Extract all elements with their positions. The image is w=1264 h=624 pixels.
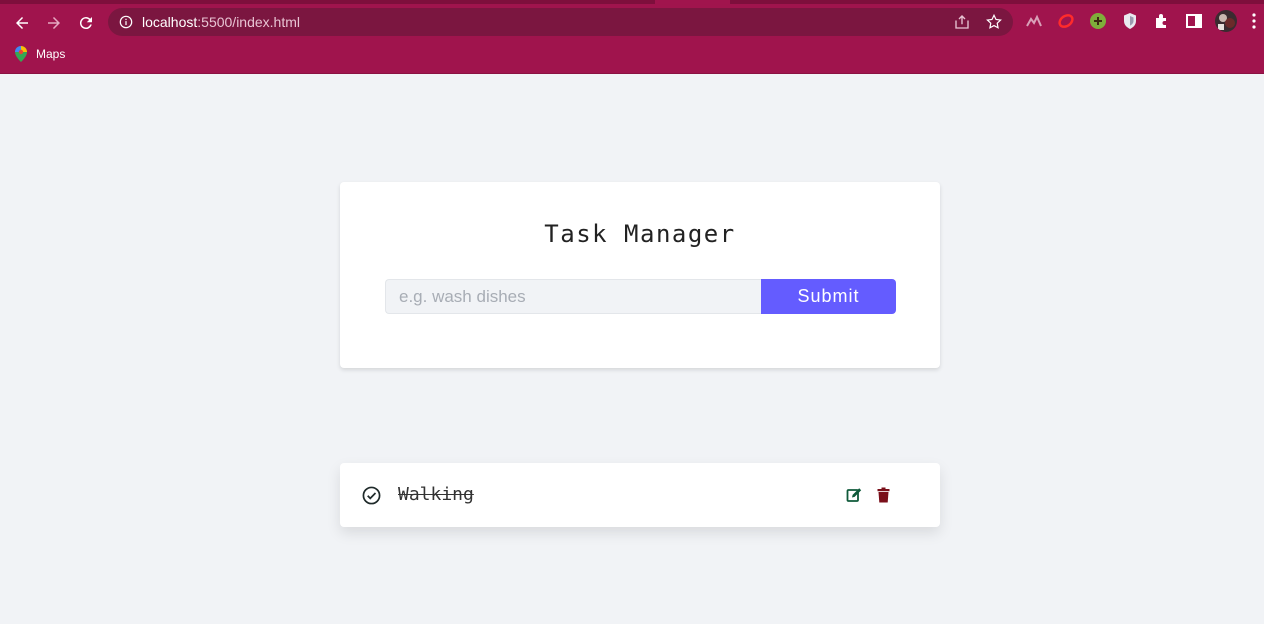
share-icon[interactable] bbox=[953, 13, 971, 31]
edit-icon[interactable] bbox=[846, 487, 862, 503]
arrow-right-icon bbox=[48, 17, 60, 29]
url-path: :5500/index.html bbox=[197, 14, 300, 30]
arrow-left-icon bbox=[16, 17, 28, 29]
url-host: localhost bbox=[142, 14, 198, 30]
task-form: Submit bbox=[385, 279, 896, 314]
task-input[interactable] bbox=[385, 279, 761, 314]
more-menu-icon[interactable] bbox=[1249, 12, 1259, 30]
trash-icon[interactable] bbox=[877, 487, 890, 503]
url-text[interactable]: localhost:5500/index.html bbox=[142, 14, 300, 30]
forward-button[interactable] bbox=[42, 11, 66, 35]
address-bar[interactable]: localhost:5500/index.html bbox=[108, 8, 1013, 36]
bookmark-star-icon[interactable] bbox=[985, 13, 1003, 31]
profile-avatar[interactable] bbox=[1215, 10, 1237, 32]
bookmark-label: Maps bbox=[36, 47, 66, 61]
extension-red-icon[interactable] bbox=[1057, 12, 1075, 30]
reload-icon bbox=[79, 17, 92, 30]
extension-plus-icon[interactable] bbox=[1089, 12, 1107, 30]
submit-button[interactable]: Submit bbox=[761, 279, 896, 314]
maps-pin-icon bbox=[15, 46, 27, 62]
extension-shield-icon[interactable] bbox=[1121, 12, 1139, 30]
side-panel-icon[interactable] bbox=[1185, 12, 1203, 30]
task-form-card: Task Manager Submit bbox=[340, 182, 940, 368]
extension-metrics-icon[interactable] bbox=[1025, 12, 1043, 30]
page-title: Task Manager bbox=[544, 220, 736, 248]
task-name: Walking bbox=[398, 484, 474, 505]
browser-toolbar: localhost:5500/index.html Maps bbox=[0, 0, 1264, 74]
tab-strip bbox=[0, 0, 1264, 4]
reload-button[interactable] bbox=[74, 11, 98, 35]
back-button[interactable] bbox=[10, 11, 34, 35]
bookmark-maps[interactable]: Maps bbox=[14, 44, 65, 64]
check-circle-icon[interactable] bbox=[362, 486, 381, 505]
puzzle-icon[interactable] bbox=[1153, 12, 1171, 30]
info-icon[interactable] bbox=[119, 15, 133, 29]
active-tab-edge[interactable] bbox=[655, 0, 730, 4]
list-item: Walking bbox=[340, 463, 940, 527]
